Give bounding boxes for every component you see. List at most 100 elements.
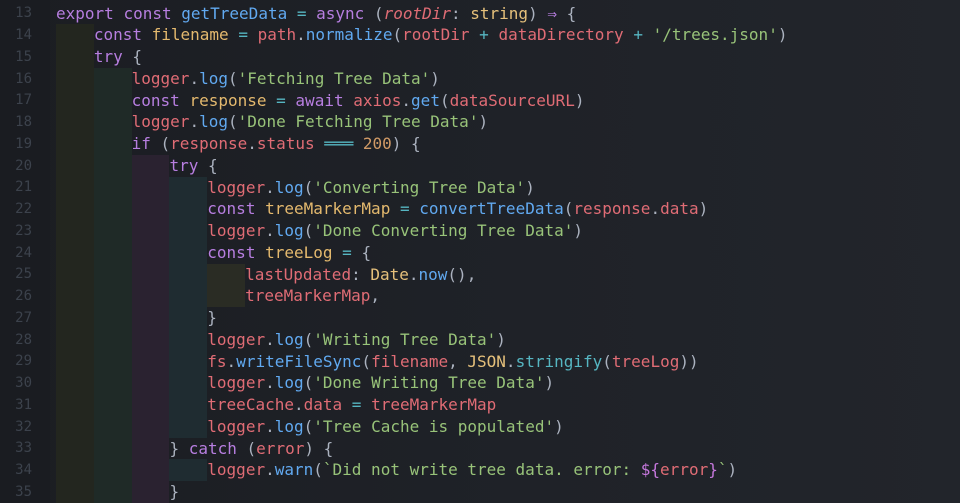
code-text[interactable]: } [169,481,179,503]
code-editor[interactable]: 13 export const getTreeData = async (root… [0,0,960,503]
code-text[interactable]: logger.log('Fetching Tree Data') [132,68,440,90]
code-token: const [131,90,180,110]
indent-guide [169,285,208,307]
code-token: ( [303,177,314,197]
code-token: logger [131,68,190,88]
code-text[interactable]: export const getTreeData = async (rootDi… [56,3,576,25]
code-text[interactable]: logger.log('Done Writing Tree Data') [207,372,554,394]
code-text[interactable]: treeMarkerMap, [245,285,380,307]
code-text[interactable]: logger.warn(`Did not write tree data. er… [207,459,737,481]
code-token: . [265,373,275,393]
code-text[interactable]: treeCache.data = treeMarkerMap [207,394,496,416]
code-token: } [169,482,180,501]
code-token: treeLog [611,351,680,371]
indent-guide [169,241,208,264]
code-token: ` [717,460,728,480]
line-number: 13 [15,5,32,22]
code-token: 'Done Converting Tree Data' [313,221,574,240]
code-line: 31 treeCache.data = treeMarkerMap [0,394,960,416]
code-token: logger [207,329,266,349]
code-line: 21 logger.log('Converting Tree Data') [0,176,960,199]
line-number: 33 [15,440,32,457]
code-token: now [418,264,448,284]
code-token: logger [207,177,266,197]
code-token: fs [207,351,227,371]
code-token: const [207,199,256,219]
code-token: + [469,25,499,45]
code-text[interactable]: const treeLog = { [207,242,371,264]
code-token: JSON [467,351,506,371]
code-text[interactable]: logger.log('Done Fetching Tree Data') [132,111,488,133]
code-token: ( [227,112,238,132]
code-token: Date [370,264,409,284]
code-token: 'Tree Cache is populated' [313,416,555,436]
line-number: 26 [15,288,32,305]
code-token: 'Done Writing Tree Data' [313,373,545,393]
indent-guide [93,328,132,351]
code-text[interactable]: const treeMarkerMap = convertTreeData(re… [207,198,708,220]
indent-guide [56,176,94,199]
line-number: 22 [15,201,32,218]
code-text[interactable]: fs.writeFileSync(filename, JSON.stringif… [207,351,698,373]
code-token: ) [525,177,535,197]
indent-guide [169,198,208,220]
code-text[interactable]: } [207,307,217,329]
code-text[interactable]: logger.log('Done Converting Tree Data') [207,220,583,242]
indent-guide [131,285,170,307]
code-line: 14 const filename = path.normalize(rootDi… [0,24,960,46]
code-token: logger [207,221,266,240]
indent-guide [93,459,132,481]
code-token: ( [303,373,314,393]
code-token: . [505,351,516,371]
code-token: . [189,68,200,88]
code-token: ) [430,68,440,88]
code-token: . [401,90,412,110]
code-text[interactable]: lastUpdated: Date.now(), [245,264,476,286]
code-token: warn [274,460,314,480]
code-token: . [226,351,237,371]
code-token: 'Fetching Tree Data' [237,68,431,88]
code-text[interactable]: const filename = path.normalize(rootDir … [94,24,788,46]
indent-guide [56,67,94,90]
code-token: + [623,25,653,45]
code-text[interactable]: logger.log('Converting Tree Data') [207,177,535,199]
code-token: ( [150,134,171,153]
code-token: ( [236,438,257,458]
code-text[interactable]: try { [94,46,142,68]
code-text[interactable]: const response = await axios.get(dataSou… [132,90,585,112]
code-token: (), [447,264,477,284]
code-token: treeMarkerMap [245,286,371,306]
code-text[interactable]: logger.log('Tree Cache is populated') [207,416,563,438]
code-token: . [265,177,275,197]
indent-guide [93,481,132,503]
code-token: ) [478,112,489,132]
code-token: error [256,438,305,458]
indent-guide [93,372,132,394]
code-token: . [408,264,419,284]
code-token: . [650,199,661,219]
code-token: normalize [305,25,393,45]
indent-guide [169,263,208,286]
code-token: ) { [391,134,421,153]
indent-guide [93,307,132,329]
code-token: . [293,395,304,414]
indent-guide [56,285,94,307]
code-text[interactable]: logger.log('Writing Tree Data') [207,329,506,351]
line-number: 29 [15,353,32,370]
code-token: ( [364,3,384,23]
indent-guide [169,350,208,373]
indent-guide [93,415,132,438]
indent-guide [93,89,132,112]
indent-guide [56,372,94,394]
code-token: { [122,47,142,66]
code-text[interactable]: if (response.status ═══ 200) { [132,133,421,155]
code-text[interactable]: try { [169,155,217,177]
code-token: } [169,438,189,458]
indent-guide [131,328,170,351]
code-token: dataDirectory [498,25,624,45]
indent-guide [93,220,132,242]
code-text[interactable]: } catch (error) { [169,438,333,460]
indent-guide [56,350,94,373]
code-token: ( [313,460,323,480]
code-line: 19 if (response.status ═══ 200) { [0,133,960,155]
